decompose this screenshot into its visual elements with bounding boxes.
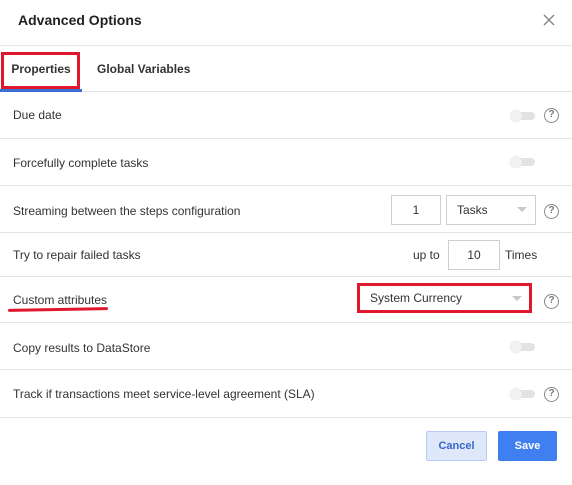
tab-global-variables[interactable]: Global Variables xyxy=(97,46,190,92)
streaming-unit-value: Tasks xyxy=(457,203,488,217)
repair-suffix: Times xyxy=(505,248,538,262)
custom-attributes-select[interactable]: System Currency xyxy=(360,284,530,310)
advanced-options-dialog: Advanced Options Properties Global Varia… xyxy=(0,0,572,485)
repair-count-input[interactable]: 10 xyxy=(448,240,500,270)
due-date-toggle[interactable] xyxy=(510,110,535,122)
streaming-label: Streaming between the steps configuratio… xyxy=(13,204,241,218)
custom-attributes-help-icon[interactable]: ? xyxy=(544,294,559,309)
sla-help-icon[interactable]: ? xyxy=(544,387,559,402)
streaming-help-icon[interactable]: ? xyxy=(544,204,559,219)
custom-attributes-value: System Currency xyxy=(370,291,463,305)
save-button[interactable]: Save xyxy=(498,431,557,461)
tab-properties[interactable]: Properties xyxy=(0,46,82,92)
close-icon[interactable] xyxy=(541,12,557,28)
chevron-down-icon xyxy=(512,296,522,301)
forcefully-complete-label: Forcefully complete tasks xyxy=(13,156,149,170)
streaming-unit-select[interactable]: Tasks xyxy=(446,195,536,225)
due-date-label: Due date xyxy=(13,108,62,122)
dialog-header: Advanced Options xyxy=(0,0,572,46)
row-custom-attributes: Custom attributes System Currency ? xyxy=(0,277,572,323)
cancel-button[interactable]: Cancel xyxy=(426,431,487,461)
sla-label: Track if transactions meet service-level… xyxy=(13,387,315,401)
row-forcefully-complete: Forcefully complete tasks xyxy=(0,139,572,186)
repair-prefix: up to xyxy=(413,248,440,262)
row-streaming: Streaming between the steps configuratio… xyxy=(0,186,572,233)
row-copy-results: Copy results to DataStore xyxy=(0,323,572,370)
row-sla: Track if transactions meet service-level… xyxy=(0,370,572,418)
tab-bar: Properties Global Variables xyxy=(0,46,572,92)
sla-toggle[interactable] xyxy=(510,388,535,400)
chevron-down-icon xyxy=(517,207,527,212)
streaming-count-input[interactable]: 1 xyxy=(391,195,441,225)
row-repair: Try to repair failed tasks up to 10 Time… xyxy=(0,233,572,277)
due-date-help-icon[interactable]: ? xyxy=(544,108,559,123)
copy-results-toggle[interactable] xyxy=(510,341,535,353)
custom-attributes-label: Custom attributes xyxy=(13,293,108,307)
forcefully-complete-toggle[interactable] xyxy=(510,156,535,168)
repair-label: Try to repair failed tasks xyxy=(13,248,141,262)
row-due-date: Due date ? xyxy=(0,92,572,139)
dialog-title: Advanced Options xyxy=(18,12,142,28)
copy-results-label: Copy results to DataStore xyxy=(13,341,151,355)
